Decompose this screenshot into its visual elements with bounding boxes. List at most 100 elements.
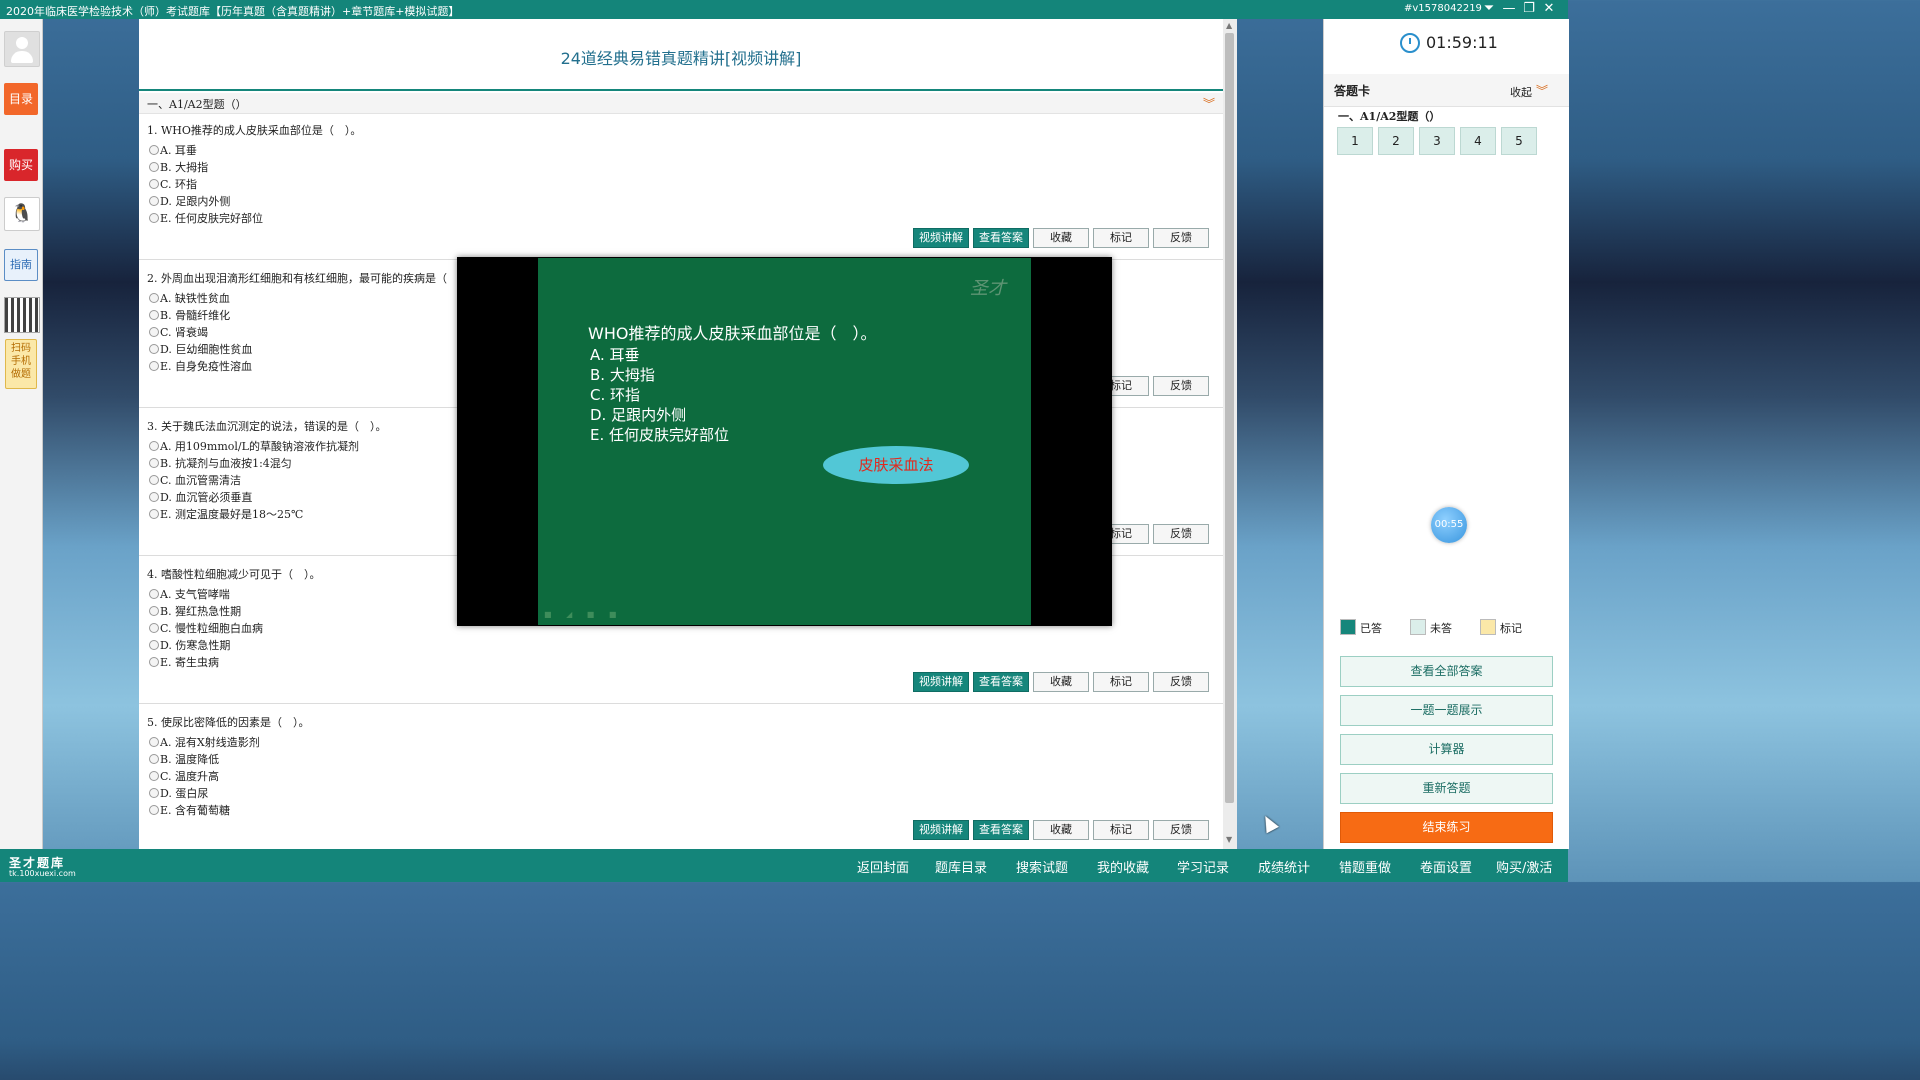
answer-option[interactable]: A. 用109mmol/L的草酸钠溶液作抗凝剂 <box>149 438 359 454</box>
answer-option[interactable]: C. 环指 <box>149 176 197 192</box>
answer-option[interactable]: D. 血沉管必须垂直 <box>149 489 252 505</box>
radio-button[interactable] <box>149 509 159 519</box>
avatar[interactable] <box>4 31 40 67</box>
mark-button[interactable]: 标记 <box>1093 228 1149 248</box>
answer-option[interactable]: E. 测定温度最好是18～25℃ <box>149 506 303 522</box>
radio-button[interactable] <box>149 344 159 354</box>
answer-option[interactable]: C. 肾衰竭 <box>149 324 208 340</box>
radio-button[interactable] <box>149 492 159 502</box>
mark-button[interactable]: 标记 <box>1093 672 1149 692</box>
answer-option[interactable]: D. 足跟内外侧 <box>149 193 230 209</box>
radio-button[interactable] <box>149 771 159 781</box>
restart-button[interactable]: 重新答题 <box>1340 773 1553 804</box>
view-answer-button[interactable]: 查看答案 <box>973 672 1029 692</box>
radio-button[interactable] <box>149 179 159 189</box>
answer-option[interactable]: D. 巨幼细胞性贫血 <box>149 341 252 357</box>
answer-option[interactable]: A. 支气管哮喘 <box>149 586 230 602</box>
close-icon[interactable]: ✕ <box>1540 1 1558 17</box>
answer-option[interactable]: B. 骨髓纤维化 <box>149 307 230 323</box>
radio-button[interactable] <box>149 196 159 206</box>
scrollbar[interactable]: ▲ ▼ <box>1223 19 1237 849</box>
radio-button[interactable] <box>149 657 159 667</box>
favorite-button[interactable]: 收藏 <box>1033 228 1089 248</box>
radio-button[interactable] <box>149 475 159 485</box>
video-explain-button[interactable]: 视频讲解 <box>913 672 969 692</box>
favorite-button[interactable]: 收藏 <box>1033 820 1089 840</box>
radio-button[interactable] <box>149 640 159 650</box>
radio-button[interactable] <box>149 754 159 764</box>
nav-buy-activate[interactable]: 购买/激活 <box>1496 857 1552 876</box>
feedback-button[interactable]: 反馈 <box>1153 672 1209 692</box>
collapse-chevron-icon[interactable]: ︾ <box>1536 82 1548 99</box>
answer-option[interactable]: A. 混有X射线造影剂 <box>149 734 260 750</box>
nav-layout[interactable]: 卷面设置 <box>1420 857 1472 876</box>
radio-button[interactable] <box>149 162 159 172</box>
radio-button[interactable] <box>149 606 159 616</box>
answer-option[interactable]: C. 慢性粒细胞白血病 <box>149 620 263 636</box>
answer-option[interactable]: B. 猩红热急性期 <box>149 603 241 619</box>
restore-icon[interactable]: ❐ <box>1520 1 1538 17</box>
answer-option[interactable]: E. 自身免疫性溶血 <box>149 358 252 374</box>
question-number-button[interactable]: 3 <box>1419 127 1455 155</box>
radio-button[interactable] <box>149 737 159 747</box>
favorite-button[interactable]: 收藏 <box>1033 672 1089 692</box>
radio-button[interactable] <box>149 805 159 815</box>
buy-button[interactable]: 购买 <box>4 149 38 181</box>
collapse-link[interactable]: 收起 <box>1510 84 1532 100</box>
radio-button[interactable] <box>149 310 159 320</box>
catalog-button[interactable]: 目录 <box>4 83 38 115</box>
view-answer-button[interactable]: 查看答案 <box>973 820 1029 840</box>
nav-search[interactable]: 搜索试题 <box>1016 857 1068 876</box>
answer-option[interactable]: E. 寄生虫病 <box>149 654 219 670</box>
answer-option[interactable]: E. 含有葡萄糖 <box>149 802 230 818</box>
answer-option[interactable]: B. 大拇指 <box>149 159 208 175</box>
scrollbar-thumb[interactable] <box>1225 33 1234 803</box>
answer-option[interactable]: C. 温度升高 <box>149 768 219 784</box>
chevron-down-icon[interactable]: ︾ <box>1203 95 1215 112</box>
nav-history[interactable]: 学习记录 <box>1177 857 1229 876</box>
nav-redo-wrong[interactable]: 错题重做 <box>1339 857 1391 876</box>
nav-stats[interactable]: 成绩统计 <box>1258 857 1310 876</box>
nav-cover[interactable]: 返回封面 <box>857 857 909 876</box>
radio-button[interactable] <box>149 361 159 371</box>
video-controls-icon[interactable]: ■ ◢ ■ ■ <box>544 610 622 619</box>
floating-timer-ball[interactable]: 00:55 <box>1431 507 1467 543</box>
radio-button[interactable] <box>149 441 159 451</box>
answer-option[interactable]: C. 血沉管需清洁 <box>149 472 241 488</box>
answer-option[interactable]: B. 抗凝剂与血液按1:4混匀 <box>149 455 292 471</box>
answer-option[interactable]: B. 温度降低 <box>149 751 219 767</box>
feedback-button[interactable]: 反馈 <box>1153 820 1209 840</box>
answer-option[interactable]: A. 缺铁性贫血 <box>149 290 230 306</box>
question-number-button[interactable]: 2 <box>1378 127 1414 155</box>
video-explain-button[interactable]: 视频讲解 <box>913 228 969 248</box>
radio-button[interactable] <box>149 145 159 155</box>
question-number-button[interactable]: 4 <box>1460 127 1496 155</box>
menu-dropdown-icon[interactable]: ⏷ <box>1480 1 1498 17</box>
radio-button[interactable] <box>149 213 159 223</box>
view-answer-button[interactable]: 查看答案 <box>973 228 1029 248</box>
scan-phone-button[interactable]: 扫码 手机 做题 <box>5 339 37 389</box>
answer-option[interactable]: A. 耳垂 <box>149 142 197 158</box>
radio-button[interactable] <box>149 293 159 303</box>
radio-button[interactable] <box>149 589 159 599</box>
view-all-answers-button[interactable]: 查看全部答案 <box>1340 656 1553 687</box>
answer-option[interactable]: D. 蛋白尿 <box>149 785 208 801</box>
answer-option[interactable]: E. 任何皮肤完好部位 <box>149 210 263 226</box>
minimize-icon[interactable]: — <box>1500 1 1518 17</box>
scroll-up-icon[interactable]: ▲ <box>1226 21 1232 30</box>
radio-button[interactable] <box>149 788 159 798</box>
section-header[interactable]: 一、A1/A2型题（） ︾ <box>139 93 1223 114</box>
feedback-button[interactable]: 反馈 <box>1153 524 1209 544</box>
qq-icon[interactable]: 🐧 <box>4 197 40 231</box>
mark-button[interactable]: 标记 <box>1093 820 1149 840</box>
scroll-down-icon[interactable]: ▼ <box>1226 835 1232 844</box>
radio-button[interactable] <box>149 327 159 337</box>
video-player[interactable]: 圣才 WHO推荐的成人皮肤采血部位是（ ）。 A. 耳垂 B. 大拇指 C. 环… <box>457 257 1112 626</box>
question-number-button[interactable]: 1 <box>1337 127 1373 155</box>
end-practice-button[interactable]: 结束练习 <box>1340 812 1553 843</box>
question-number-button[interactable]: 5 <box>1501 127 1537 155</box>
one-by-one-button[interactable]: 一题一题展示 <box>1340 695 1553 726</box>
calculator-button[interactable]: 计算器 <box>1340 734 1553 765</box>
radio-button[interactable] <box>149 458 159 468</box>
radio-button[interactable] <box>149 623 159 633</box>
